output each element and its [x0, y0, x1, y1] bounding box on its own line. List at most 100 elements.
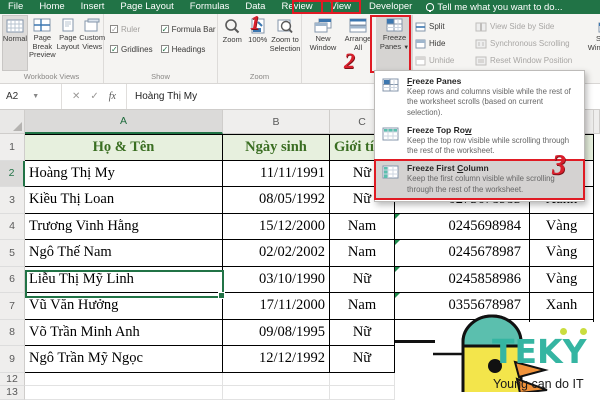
insert-function-icon[interactable]: fx [109, 91, 116, 102]
header-cell-name[interactable]: Họ & Tên [25, 134, 223, 161]
cell-name[interactable]: Vũ Văn Hưởng [25, 293, 223, 320]
menu-item-freeze-panes[interactable]: Freeze Panes Keep rows and columns visibl… [375, 73, 584, 122]
name-box-caret-icon[interactable]: ▼ [32, 93, 39, 100]
zoom-to-selection-button[interactable]: Zoom to Selection [269, 15, 301, 71]
cell-name[interactable]: Kiều Thị Loan [25, 187, 223, 214]
cell-name[interactable]: Liễu Thị Mỹ Linh [25, 266, 223, 293]
cell-name[interactable]: Hoàng Thị My [25, 160, 223, 187]
synchronous-scrolling-button[interactable]: Synchronous Scrolling [475, 36, 583, 51]
enter-check-icon[interactable]: ✓ [90, 91, 98, 102]
page-layout-label: Page Layout [56, 33, 80, 51]
cell-name[interactable]: Trương Vinh Hằng [25, 213, 223, 240]
row-header-1[interactable]: 1 [0, 134, 25, 161]
row-header-7[interactable]: 7 [0, 293, 25, 320]
zoom-button[interactable]: Zoom [220, 15, 245, 71]
cell-dob[interactable]: 02/02/2002 [223, 240, 330, 267]
number-as-text-indicator [395, 266, 400, 272]
empty-cell[interactable] [223, 372, 330, 386]
cell-gender[interactable]: Nam [330, 293, 395, 320]
unhide-button[interactable]: Unhide [415, 53, 473, 68]
select-all-corner[interactable] [0, 110, 25, 134]
empty-cell[interactable] [223, 386, 330, 400]
empty-cell[interactable] [330, 372, 395, 386]
zoom-100-button[interactable]: 100% [246, 15, 271, 71]
hide-button[interactable]: Hide [415, 36, 473, 51]
freeze-panes-button[interactable]: Freeze Panes ▼ [376, 15, 413, 71]
view-side-by-side-button[interactable]: View Side by Side [475, 19, 583, 34]
tab-strip: File Home Insert Page Layout Formulas Data Rev… [0, 0, 420, 14]
cell-phone[interactable]: 0245858986 [395, 266, 530, 293]
page-layout-button[interactable]: Page Layout [56, 15, 80, 71]
column-header-f[interactable] [594, 110, 600, 134]
ribbon-tab-file[interactable]: File [0, 0, 31, 14]
page-break-preview-button[interactable]: Page Break Preview [29, 15, 56, 71]
menu-item-freeze-top-row[interactable]: Freeze Top Row Keep the top row visible w… [375, 122, 584, 161]
cell-name[interactable]: Ngô Thế Nam [25, 240, 223, 267]
name-box[interactable]: A2 ▼ [0, 84, 62, 109]
ribbon-tab-view[interactable]: View [320, 0, 362, 14]
header-cell-dob[interactable]: Ngày sinh [223, 134, 330, 161]
custom-views-button[interactable]: Custom Views [79, 15, 106, 71]
cancel-icon[interactable]: ✕ [72, 91, 80, 102]
empty-cell[interactable] [25, 386, 223, 400]
cell-gender[interactable]: Nam [330, 240, 395, 267]
ribbon-tab-data[interactable]: Data [237, 0, 273, 14]
cell-dob[interactable]: 15/12/2000 [223, 213, 330, 240]
normal-view-button[interactable]: Normal [2, 15, 28, 71]
reset-position-icon [475, 56, 487, 66]
cell-dob[interactable]: 09/08/1995 [223, 319, 330, 346]
column-header-a[interactable]: A [25, 110, 223, 134]
empty-cell[interactable] [330, 386, 395, 400]
new-window-button[interactable]: New Window [306, 15, 340, 71]
cell-name[interactable]: Võ Trần Minh Anh [25, 319, 223, 346]
row-header-5[interactable]: 5 [0, 240, 25, 267]
menu-item-title: Freeze Panes [407, 76, 462, 86]
cell-dob[interactable]: 03/10/1990 [223, 266, 330, 293]
normal-view-label: Normal [2, 34, 28, 43]
cell-dob[interactable]: 11/11/1991 [223, 160, 330, 187]
ribbon-tab-insert[interactable]: Insert [73, 0, 113, 14]
cell-color[interactable]: Vàng [530, 240, 594, 267]
ruler-checkbox[interactable]: ✓ Ruler [110, 22, 153, 36]
zoom-to-selection-label: Zoom to Selection [269, 35, 301, 53]
arrange-all-button[interactable]: Arrange All [342, 15, 374, 71]
row-header-3[interactable]: 3 [0, 187, 25, 214]
row-header-12[interactable]: 12 [0, 372, 25, 386]
cell-phone[interactable]: 0245698984 [395, 213, 530, 240]
row-header-8[interactable]: 8 [0, 319, 25, 346]
ribbon-tab-developer[interactable]: Developer [361, 0, 420, 14]
cell-gender[interactable]: Nữ [330, 346, 395, 373]
gridlines-checkbox[interactable]: ✓ Gridlines [110, 42, 153, 56]
cell-dob[interactable]: 12/12/1992 [223, 346, 330, 373]
ribbon-tab-formulas[interactable]: Formulas [182, 0, 238, 14]
tell-me-box[interactable]: Tell me what you want to do... [420, 2, 563, 13]
cell-phone[interactable]: 0245678987 [395, 240, 530, 267]
cell-gender[interactable]: Nữ [330, 319, 395, 346]
headings-checkbox[interactable]: ✓ Headings [160, 42, 216, 56]
formula-bar-checkbox[interactable]: ✓ Formula Bar [160, 22, 216, 36]
reset-window-position-button[interactable]: Reset Window Position [475, 53, 583, 68]
cell-gender[interactable]: Nữ [330, 266, 395, 293]
column-header-b[interactable]: B [223, 110, 330, 134]
cell-name[interactable]: Ngô Trần Mỹ Ngọc [25, 346, 223, 373]
row-header-9[interactable]: 9 [0, 346, 25, 373]
ribbon-tab-review[interactable]: Review [273, 0, 320, 14]
empty-cell[interactable] [25, 372, 223, 386]
menu-item-freeze-first-column[interactable]: Freeze First Column Keep the first column… [374, 159, 585, 200]
cell-color[interactable]: Vàng [530, 266, 594, 293]
side-by-side-icon [475, 22, 487, 32]
row-header-6[interactable]: 6 [0, 266, 25, 293]
switch-windows-button[interactable]: Switch Windows ▼ [585, 15, 600, 71]
row-header-4[interactable]: 4 [0, 213, 25, 240]
cell-color[interactable]: Vàng [530, 213, 594, 240]
row-header-13[interactable]: 13 [0, 386, 25, 400]
menu-item-title: Freeze Top Row [407, 124, 472, 135]
split-button[interactable]: Split [415, 19, 473, 34]
custom-views-label: Custom Views [79, 33, 106, 51]
row-header-2[interactable]: 2 [0, 160, 25, 187]
cell-dob[interactable]: 08/05/1992 [223, 187, 330, 214]
ribbon-tab-home[interactable]: Home [31, 0, 72, 14]
cell-gender[interactable]: Nam [330, 213, 395, 240]
cell-dob[interactable]: 17/11/2000 [223, 293, 330, 320]
ribbon-tab-page-layout[interactable]: Page Layout [112, 0, 181, 14]
